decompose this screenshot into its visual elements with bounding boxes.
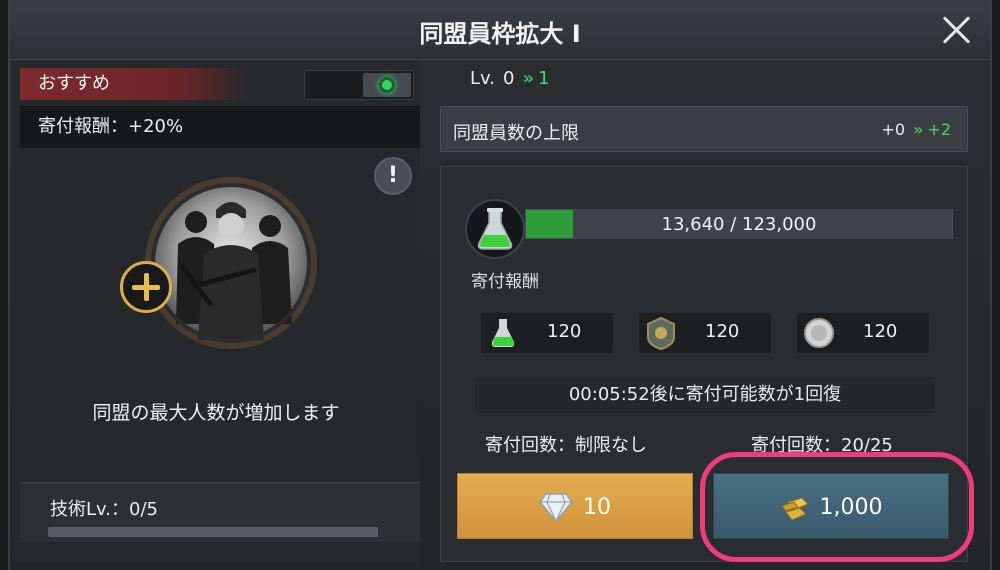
- coin-icon: [804, 318, 834, 348]
- reward-amount: 120: [863, 321, 898, 342]
- toggle-on-indicator-icon: [379, 77, 395, 93]
- cooldown-text: 00:05:52後に寄付可能数が1回復: [475, 377, 935, 413]
- donation-panel: 13,640 / 123,000 寄付報酬 120 120 120 00:05:…: [440, 166, 968, 562]
- dialog-title: 同盟員枠拡大 I: [419, 20, 581, 48]
- add-plus-button[interactable]: [120, 261, 172, 313]
- donation-count: 寄付回数：20/25: [751, 435, 893, 456]
- reward-title: 寄付報酬: [471, 272, 539, 292]
- level-row: Lv. 0 » 1: [470, 68, 550, 98]
- reward-item: 120: [481, 313, 613, 353]
- toggle-knob: [363, 73, 411, 97]
- close-button[interactable]: [940, 14, 972, 46]
- recommend-row: おすすめ: [12, 66, 420, 102]
- recommend-toggle[interactable]: [304, 70, 414, 100]
- resource-progress-text: 13,640 / 123,000: [661, 214, 817, 235]
- member-limit-label: 同盟員数の上限: [453, 123, 579, 144]
- reward-bonus: 寄付報酬：+20%: [20, 106, 420, 148]
- soldiers-portrait-icon: [145, 177, 317, 349]
- flask-icon: [465, 199, 525, 259]
- recommend-tag: おすすめ: [20, 68, 250, 100]
- flask-icon: [491, 319, 515, 347]
- member-limit-values: +0 » +2: [881, 120, 951, 139]
- title-bar: 同盟員枠拡大 I: [10, 0, 990, 60]
- reward-item: 120: [639, 313, 771, 353]
- tech-level-label: 技術Lv.：0/5: [50, 499, 158, 520]
- diamond-icon: [539, 493, 573, 522]
- diamond-cost: 10: [583, 494, 611, 520]
- donate-gold-button[interactable]: 1,000: [713, 473, 949, 539]
- reward-amount: 120: [547, 321, 582, 342]
- donate-diamond-content: 10: [458, 474, 692, 540]
- gold-bars-icon: [780, 497, 809, 521]
- member-limit-bar: 同盟員数の上限 +0 » +2: [440, 106, 968, 152]
- limit-current: +0: [881, 120, 906, 139]
- reward-item: 120: [797, 313, 929, 353]
- chevron-right-icon: »: [913, 120, 924, 139]
- badge-icon: [647, 316, 675, 351]
- tech-progress-bar: [48, 527, 378, 537]
- info-button[interactable]: !: [374, 157, 412, 195]
- tech-description: 同盟の最大人数が増加します: [92, 402, 340, 424]
- left-panel: おすすめ 寄付報酬：+20% ! 同盟の最大人数が増加します 技術Lv.：0/5: [12, 62, 420, 562]
- resource-progress-bar: 13,640 / 123,000: [525, 209, 953, 239]
- level-current: 0: [503, 68, 515, 89]
- level-next: 1: [538, 68, 550, 89]
- donate-diamond-button[interactable]: 10: [457, 473, 693, 539]
- tech-level-panel: 技術Lv.：0/5: [20, 482, 420, 542]
- gold-cost: 1,000: [819, 494, 883, 520]
- donation-count-unlimited: 寄付回数：制限なし: [485, 435, 647, 456]
- chevron-right-icon: »: [522, 68, 533, 89]
- level-label: Lv.: [470, 68, 496, 89]
- donate-gold-content: 1,000: [714, 474, 948, 540]
- limit-next: +2: [927, 120, 951, 139]
- reward-amount: 120: [705, 321, 740, 342]
